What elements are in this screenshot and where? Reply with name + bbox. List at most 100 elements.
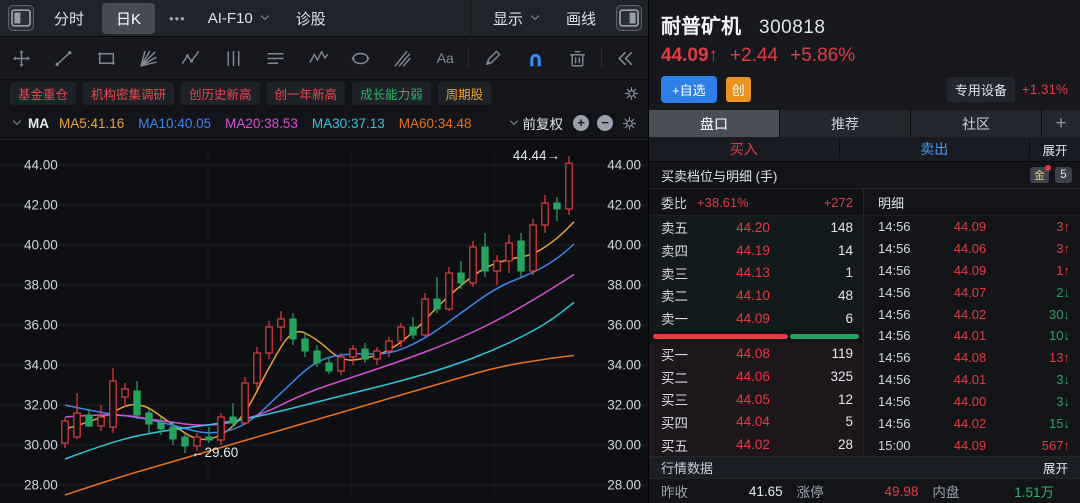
add-watchlist-button[interactable]: +自选 bbox=[661, 76, 717, 103]
stock-tag[interactable]: 周期股 bbox=[438, 82, 492, 105]
orderbook-level-row[interactable]: 买四44.045 bbox=[649, 411, 863, 434]
stock-name: 耐普矿机 bbox=[661, 10, 741, 39]
collapse-tool-icon[interactable] bbox=[604, 37, 646, 80]
level2-gold-badge[interactable]: 金 bbox=[1030, 167, 1049, 183]
panel-tab-pankou[interactable]: 盘口 bbox=[649, 110, 779, 137]
trade-detail-row: 14:5644.0110↓ bbox=[864, 325, 1080, 347]
chevron-down-icon bbox=[258, 11, 272, 25]
orderbook-level-row[interactable]: 买一44.08119 bbox=[649, 343, 863, 366]
market-data-title: 行情数据 bbox=[661, 458, 713, 477]
zoom-in-button[interactable]: + bbox=[573, 115, 589, 131]
trade-volume: 3↑ bbox=[1008, 219, 1080, 234]
industry-chip[interactable]: 专用设备 bbox=[947, 77, 1015, 102]
trade-bar: 买入 卖出 展开 bbox=[649, 137, 1080, 162]
orderbook-title: 买卖档位与明细 (手) bbox=[661, 166, 777, 185]
expand-market-data-button[interactable]: 展开 bbox=[1043, 458, 1068, 477]
trade-price: 44.02 bbox=[932, 307, 1008, 322]
move-tool-icon[interactable] bbox=[0, 37, 42, 80]
adjust-mode-label[interactable]: 前复权 bbox=[523, 113, 564, 133]
level-label: 买四 bbox=[649, 412, 711, 432]
svg-text:44.00: 44.00 bbox=[24, 158, 58, 173]
level-price: 44.05 bbox=[711, 392, 795, 407]
market-stat-value: 49.98 bbox=[885, 484, 919, 499]
trash-tool-icon[interactable] bbox=[556, 37, 598, 80]
stock-tag[interactable]: 成长能力弱 bbox=[352, 82, 431, 105]
level-label: 买二 bbox=[649, 367, 711, 387]
sell-tab[interactable]: 卖出 bbox=[839, 139, 1030, 159]
buy-depth-segment bbox=[653, 334, 788, 339]
level-volume: 119 bbox=[795, 346, 863, 361]
five-level-badge[interactable]: 5 bbox=[1055, 167, 1072, 183]
more-periods-icon[interactable]: ••• bbox=[159, 11, 196, 26]
indicator-settings-gear-icon[interactable] bbox=[621, 115, 638, 132]
trade-detail-row: 14:5644.072↓ bbox=[864, 281, 1080, 303]
chevron-down-icon[interactable] bbox=[10, 116, 24, 130]
display-menu[interactable]: 显示 bbox=[470, 0, 554, 37]
zoom-out-button[interactable]: − bbox=[597, 115, 613, 131]
svg-text:28.00: 28.00 bbox=[607, 478, 641, 493]
trade-volume: 30↓ bbox=[1008, 307, 1080, 322]
drawing-toolbar: Aa bbox=[0, 37, 648, 80]
price-change-pct: +5.86% bbox=[790, 45, 855, 67]
trade-time: 14:56 bbox=[864, 263, 932, 278]
draw-line-button[interactable]: 画线 bbox=[554, 8, 608, 29]
level-label: 卖五 bbox=[649, 217, 711, 237]
wave-tool-icon[interactable] bbox=[297, 37, 339, 80]
marker-pen-tool-icon[interactable] bbox=[471, 37, 513, 80]
svg-text:30.00: 30.00 bbox=[24, 438, 58, 453]
parallel-lines-tool-icon[interactable] bbox=[254, 37, 296, 80]
rect-tool-icon[interactable] bbox=[85, 37, 127, 80]
stock-tag[interactable]: 基金重仓 bbox=[10, 82, 76, 105]
trend-line-tool-icon[interactable] bbox=[42, 37, 84, 80]
level-volume: 1 bbox=[795, 265, 863, 280]
orderbook-level-row[interactable]: 卖二44.1048 bbox=[649, 284, 863, 307]
trade-volume: 2↓ bbox=[1008, 285, 1080, 300]
orderbook-level-row[interactable]: 卖五44.20148 bbox=[649, 216, 863, 239]
tags-settings-gear-icon[interactable] bbox=[623, 85, 640, 102]
text-tool-icon[interactable]: Aa bbox=[424, 37, 466, 80]
collapse-right-panel-icon[interactable] bbox=[616, 5, 642, 31]
tab-daily-k[interactable]: 日K bbox=[102, 3, 155, 34]
orderbook-level-row[interactable]: 卖四44.1914 bbox=[649, 239, 863, 262]
vertical-lines-tool-icon[interactable] bbox=[212, 37, 254, 80]
svg-text:32.00: 32.00 bbox=[24, 398, 58, 413]
trade-price: 44.08 bbox=[932, 350, 1008, 365]
pitchfork-tool-icon[interactable] bbox=[382, 37, 424, 80]
ma-value-label: MA10:40.05 bbox=[138, 116, 211, 131]
ai-f10-menu[interactable]: AI-F10 bbox=[196, 10, 284, 27]
svg-text:42.00: 42.00 bbox=[607, 198, 641, 213]
polyline-tool-icon[interactable] bbox=[170, 37, 212, 80]
diagnose-button[interactable]: 诊股 bbox=[284, 8, 338, 29]
chevron-down-icon[interactable] bbox=[507, 116, 521, 130]
level-price: 44.02 bbox=[711, 437, 795, 452]
buy-tab[interactable]: 买入 bbox=[649, 139, 839, 159]
trade-detail-row: 14:5644.0215↓ bbox=[864, 412, 1080, 434]
tab-minute-chart[interactable]: 分时 bbox=[40, 3, 98, 34]
candlestick-chart[interactable]: 44.0044.0042.0042.0040.0040.0038.0038.00… bbox=[0, 140, 648, 503]
market-data-title-row: 行情数据 展开 bbox=[649, 456, 1080, 479]
toolbar-separator bbox=[468, 48, 469, 68]
svg-text:34.00: 34.00 bbox=[607, 358, 641, 373]
level-volume: 325 bbox=[795, 369, 863, 384]
stock-tag[interactable]: 创一年新高 bbox=[267, 82, 346, 105]
trade-time: 14:56 bbox=[864, 328, 932, 343]
trade-price: 44.00 bbox=[932, 394, 1008, 409]
orderbook-level-row[interactable]: 买三44.0512 bbox=[649, 388, 863, 411]
orderbook-level-row[interactable]: 卖三44.131 bbox=[649, 261, 863, 284]
stock-tag[interactable]: 机构密集调研 bbox=[83, 82, 174, 105]
stock-tag[interactable]: 创历史新高 bbox=[181, 82, 260, 105]
collapse-left-panel-icon[interactable] bbox=[8, 5, 34, 31]
magnet-tool-icon[interactable] bbox=[514, 37, 556, 80]
orderbook-level-row[interactable]: 买二44.06325 bbox=[649, 365, 863, 388]
expand-orderbook-button[interactable]: 展开 bbox=[1029, 140, 1080, 159]
panel-tab-tuijian[interactable]: 推荐 bbox=[780, 110, 910, 137]
fan-lines-tool-icon[interactable] bbox=[127, 37, 169, 80]
ellipse-tool-icon[interactable] bbox=[339, 37, 381, 80]
panel-tab-shequ[interactable]: 社区 bbox=[911, 110, 1041, 137]
orderbook-level-row[interactable]: 买五44.0228 bbox=[649, 433, 863, 456]
add-tab-button[interactable]: + bbox=[1042, 110, 1080, 137]
stock-app-window: 分时 日K ••• AI-F10 诊股 显示 画线 Aa 基金重仓机构密集调研创… bbox=[0, 0, 1080, 503]
orderbook-level-row[interactable]: 卖一44.096 bbox=[649, 307, 863, 330]
level-label: 卖二 bbox=[649, 285, 711, 305]
trade-time: 14:56 bbox=[864, 350, 932, 365]
